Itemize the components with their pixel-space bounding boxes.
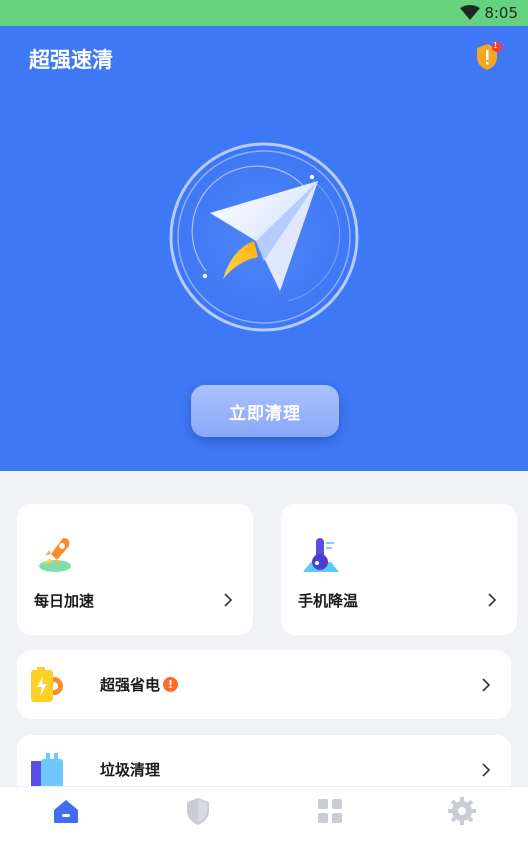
alert-badge: ! bbox=[163, 677, 179, 692]
security-alert-button[interactable]: 1 bbox=[474, 41, 502, 72]
card-daily-boost[interactable]: 每日加速 bbox=[17, 504, 253, 635]
nav-security[interactable] bbox=[182, 795, 214, 827]
apps-grid-icon bbox=[318, 799, 342, 823]
nav-settings[interactable] bbox=[446, 795, 478, 827]
card-label: 手机降温 bbox=[298, 592, 359, 610]
gear-icon bbox=[448, 797, 476, 825]
chevron-right-icon bbox=[488, 593, 497, 607]
chevron-right-icon bbox=[224, 593, 233, 607]
nav-tools[interactable] bbox=[314, 795, 346, 827]
battery-icon bbox=[31, 667, 63, 702]
app-title: 超强速清 bbox=[29, 48, 113, 72]
home-icon bbox=[54, 800, 78, 823]
clean-now-button[interactable]: 立即清理 bbox=[191, 385, 339, 437]
card-label: 每日加速 bbox=[34, 592, 95, 610]
chevron-right-icon bbox=[482, 678, 491, 692]
status-bar: 8:05 bbox=[0, 0, 528, 26]
rocket-icon bbox=[39, 538, 71, 572]
chevron-right-icon bbox=[482, 763, 491, 777]
wifi-icon bbox=[460, 5, 480, 20]
nav-home[interactable] bbox=[50, 795, 82, 827]
bottom-navigation bbox=[0, 786, 528, 842]
status-time: 8:05 bbox=[484, 4, 518, 22]
list-item-power-saving[interactable]: 超强省电! bbox=[17, 650, 511, 719]
trash-bin-icon bbox=[31, 753, 63, 789]
shield-icon bbox=[187, 798, 209, 825]
card-phone-cooling[interactable]: 手机降温 bbox=[281, 504, 517, 635]
list-item-label: 垃圾清理 bbox=[100, 761, 161, 779]
list-item-label: 超强省电! bbox=[100, 674, 179, 695]
thermometer-icon bbox=[303, 538, 339, 572]
notification-count: 1 bbox=[493, 41, 499, 50]
paper-plane-rocket-icon bbox=[169, 142, 359, 332]
hero-panel: 超强速清 1 立即清理 bbox=[0, 26, 528, 471]
